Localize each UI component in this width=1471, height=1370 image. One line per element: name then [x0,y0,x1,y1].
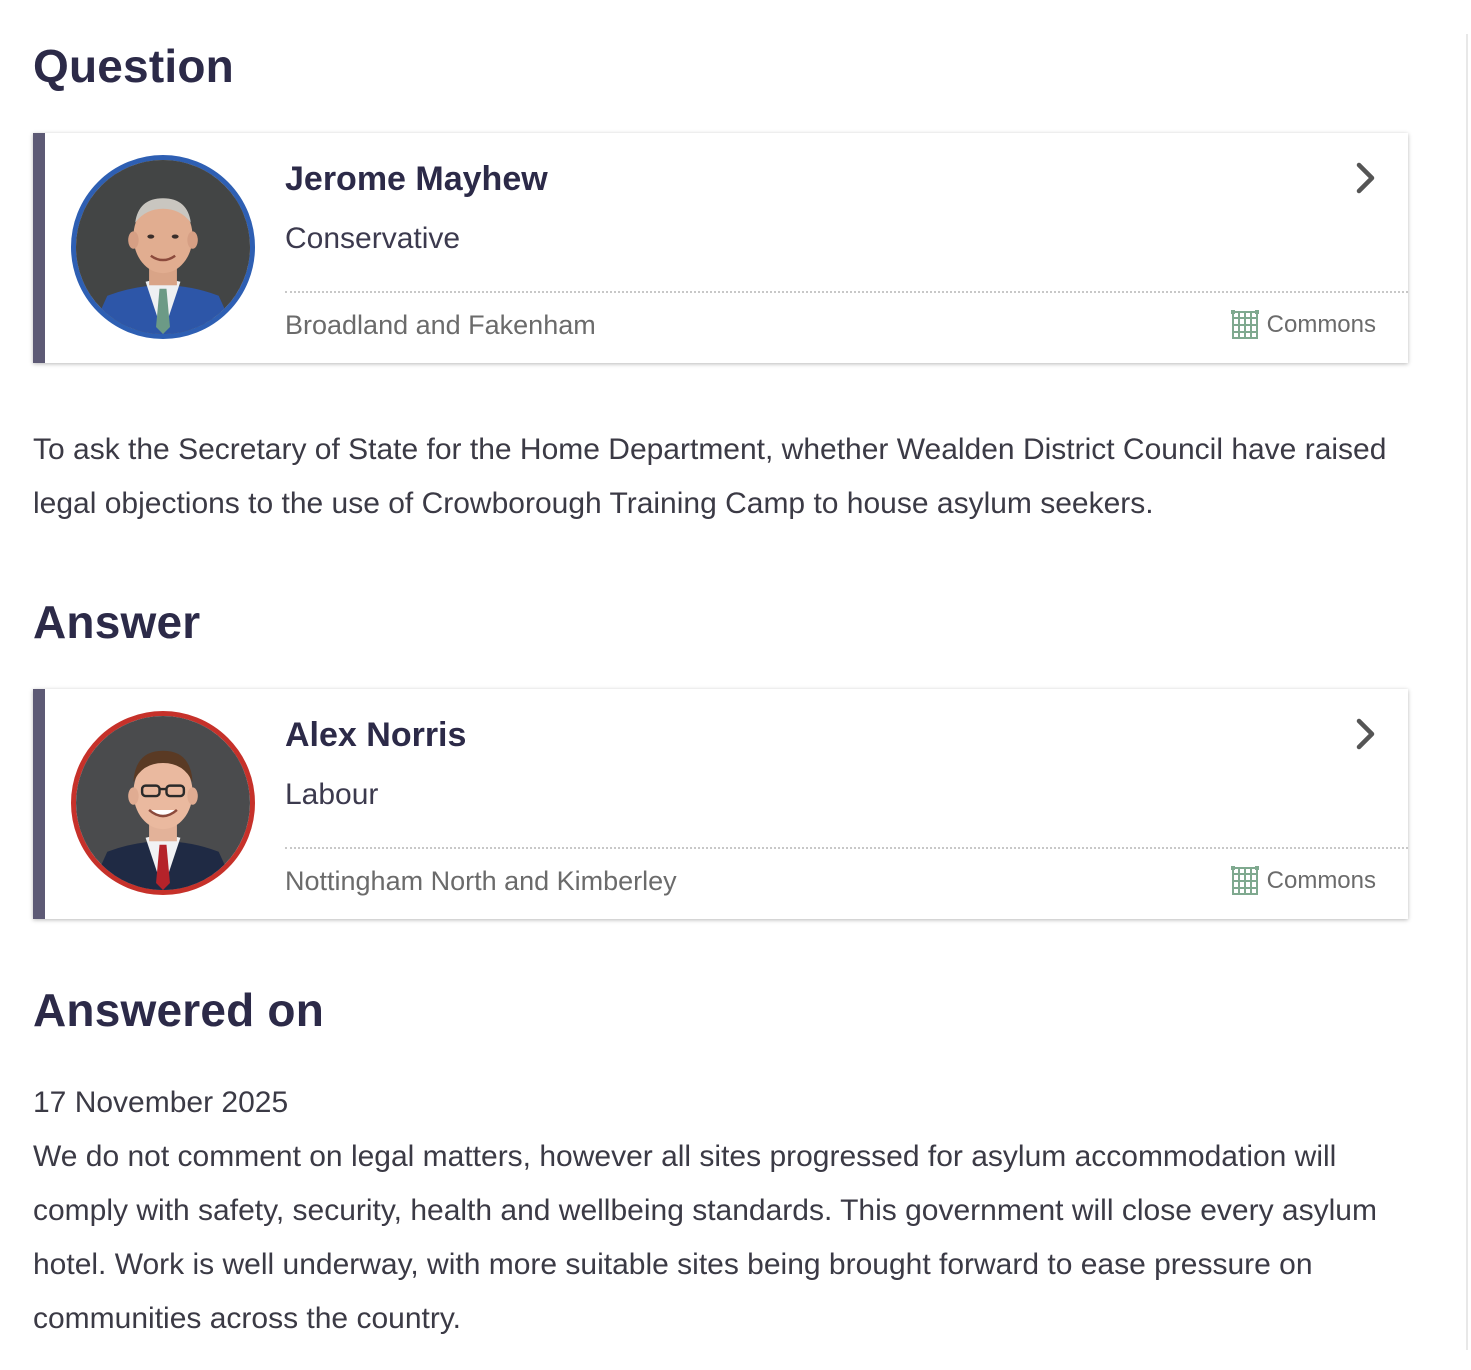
questioner-card[interactable]: Jerome Mayhew Conservative Broadland and… [33,133,1408,363]
divider [285,291,1408,293]
question-heading: Question [33,40,234,92]
member-party: Conservative [285,222,461,255]
house-label: Commons [1266,311,1376,338]
chevron-right-icon[interactable] [1354,161,1378,195]
scrollbar-track[interactable] [1466,34,1468,1350]
member-party: Labour [285,778,379,811]
divider [285,847,1408,849]
portcullis-icon [1230,310,1259,340]
answer-heading: Answer [33,596,201,648]
member-name: Alex Norris [285,716,467,754]
house-indicator: Commons [1230,309,1376,341]
portcullis-icon [1230,866,1259,896]
card-accent-bar [33,689,45,919]
answer-text: We do not comment on legal matters, howe… [33,1140,1377,1335]
member-name: Jerome Mayhew [285,160,548,198]
house-label: Commons [1266,867,1376,894]
member-constituency: Nottingham North and Kimberley [285,866,677,896]
answer-date: 17 November 2025 [33,1086,289,1119]
card-accent-bar [33,133,45,363]
answered-on-heading: Answered on [33,984,325,1036]
question-text: To ask the Secretary of State for the Ho… [33,433,1387,520]
avatar [71,155,255,339]
member-constituency: Broadland and Fakenham [285,310,596,340]
avatar [71,711,255,895]
chevron-right-icon[interactable] [1354,717,1378,751]
answerer-card[interactable]: Alex Norris Labour Nottingham North and … [33,689,1408,919]
house-indicator: Commons [1230,865,1376,897]
